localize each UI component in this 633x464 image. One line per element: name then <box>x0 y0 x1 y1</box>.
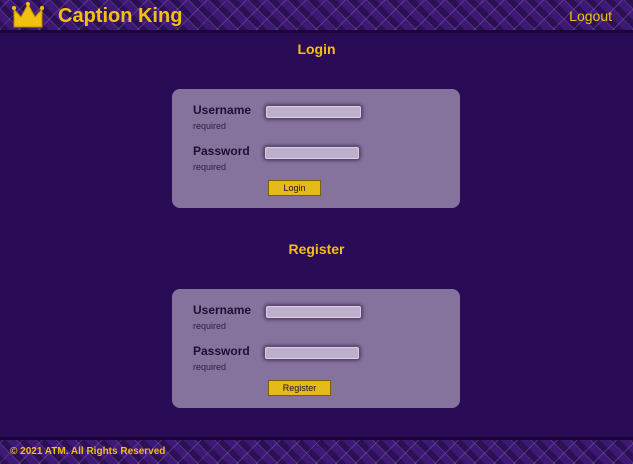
register-panel: Username required Password required Regi… <box>172 289 460 408</box>
copyright-text: © 2021 ATM. All Rights Reserved <box>10 446 166 457</box>
register-username-label: Username <box>193 303 252 317</box>
register-username-input[interactable] <box>266 306 361 318</box>
logout-link[interactable]: Logout <box>569 8 612 24</box>
login-password-input[interactable] <box>265 147 359 159</box>
register-heading: Register <box>288 241 345 257</box>
register-password-label: Password <box>193 344 250 358</box>
register-password-hint: required <box>193 362 227 372</box>
header-bar: Caption King Logout <box>0 0 633 33</box>
login-panel: Username required Password required Logi… <box>172 89 460 208</box>
register-username-hint: required <box>193 321 227 331</box>
login-username-input[interactable] <box>266 106 361 118</box>
login-password-label: Password <box>193 144 250 158</box>
login-username-hint: required <box>193 121 227 131</box>
brand-title[interactable]: Caption King <box>58 5 182 28</box>
register-password-input[interactable] <box>265 347 359 359</box>
login-username-label: Username <box>193 103 252 117</box>
login-password-hint: required <box>193 162 227 172</box>
login-heading: Login <box>297 41 336 57</box>
crown-icon <box>12 2 44 28</box>
login-button[interactable]: Login <box>268 180 321 196</box>
footer-bar: © 2021 ATM. All Rights Reserved <box>0 437 633 464</box>
register-button[interactable]: Register <box>268 380 331 396</box>
